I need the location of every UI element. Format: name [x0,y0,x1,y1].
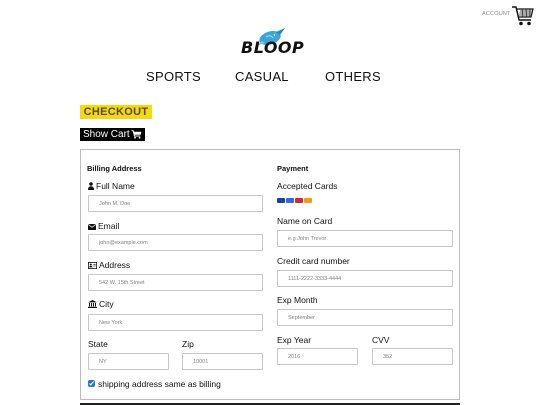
account-link[interactable]: ACCOUNT [482,11,511,17]
same-as-billing-label[interactable]: shipping address same as billing [98,379,221,389]
cart-icon [131,130,142,139]
institution-icon [88,300,97,308]
nav-casual[interactable]: CASUAL [235,69,289,84]
full-name-label: Full Name [88,181,135,191]
email-input[interactable] [88,234,263,251]
payment-title: Payment [277,164,309,173]
exp-month-input[interactable] [277,309,453,326]
zip-input[interactable] [182,353,263,370]
state-label: State [88,339,108,349]
full-name-label-text: Full Name [96,181,135,191]
city-label-text: City [99,299,114,309]
shopping-cart-icon[interactable] [511,5,535,27]
full-name-input[interactable] [88,195,263,212]
address-label: Address [88,260,130,270]
exp-month-label: Exp Month [277,295,318,305]
same-as-billing-checkbox[interactable] [88,380,95,387]
zip-label: Zip [182,339,194,349]
mastercard-card-icon [295,198,303,203]
envelope-icon [88,224,96,230]
name-on-card-input[interactable] [277,230,453,247]
name-on-card-label: Name on Card [277,216,333,226]
billing-address-title: Billing Address [87,164,142,173]
discover-card-icon [304,198,312,203]
city-input[interactable] [88,314,263,331]
email-label: Email [88,221,119,231]
user-icon [88,182,94,190]
cvv-input[interactable] [372,348,453,365]
card-number-label: Credit card number [277,256,350,266]
exp-year-input[interactable] [277,348,358,365]
show-cart-label: Show Cart [83,129,130,140]
logo-text[interactable]: BLOOP [241,38,304,57]
nav-others[interactable]: OTHERS [325,69,381,84]
checkout-heading: CHECKOUT [80,105,152,119]
email-label-text: Email [98,221,120,231]
cvv-label: CVV [372,335,390,345]
amex-card-icon [286,198,294,203]
exp-year-label: Exp Year [277,335,312,345]
address-input[interactable] [88,274,263,291]
city-label: City [88,299,114,309]
state-input[interactable] [88,353,169,370]
accepted-cards-label: Accepted Cards [277,181,338,191]
nav-sports[interactable]: SPORTS [146,69,201,84]
address-card-icon [88,262,97,269]
visa-card-icon [277,198,285,203]
show-cart-button[interactable]: Show Cart [80,128,145,141]
address-label-text: Address [99,260,131,270]
card-number-input[interactable] [277,270,453,287]
